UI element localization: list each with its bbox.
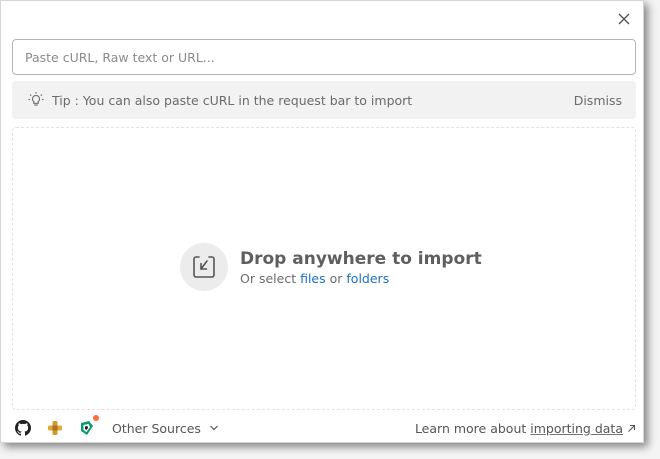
select-files-link[interactable]: files <box>300 271 326 286</box>
close-button[interactable] <box>615 10 633 28</box>
drop-message: Drop anywhere to import Or select files … <box>180 243 482 291</box>
notification-dot <box>93 415 99 421</box>
swagger-grid-icon[interactable] <box>46 419 64 437</box>
drop-sub-prefix: Or select <box>240 270 297 286</box>
paste-input-wrapper <box>12 39 636 75</box>
drop-title: Drop anywhere to import <box>240 248 482 269</box>
jetbrains-icon[interactable] <box>78 415 99 437</box>
other-sources-dropdown[interactable]: Other Sources <box>112 421 219 436</box>
drop-subtitle: Or select files or folders <box>240 271 482 286</box>
import-dialog: Tip : You can also paste cURL in the req… <box>0 0 644 443</box>
chevron-down-icon <box>209 423 219 433</box>
drop-zone[interactable]: Drop anywhere to import Or select files … <box>12 127 636 410</box>
tip-text: Tip : You can also paste cURL in the req… <box>52 92 413 108</box>
drop-text-block: Drop anywhere to import Or select files … <box>240 249 482 286</box>
github-icon[interactable] <box>14 419 32 437</box>
import-arrow-icon <box>180 243 228 291</box>
importing-data-link[interactable]: importing data <box>530 421 623 436</box>
select-folders-link[interactable]: folders <box>346 271 389 286</box>
external-link-icon <box>627 424 636 433</box>
lightbulb-icon <box>27 91 45 109</box>
dismiss-button[interactable]: Dismiss <box>574 93 622 108</box>
drop-or-word: or <box>329 270 343 286</box>
paste-input[interactable] <box>13 49 635 65</box>
learn-prefix: Learn more about <box>414 420 527 436</box>
learn-more: Learn more about importing data <box>415 421 636 436</box>
other-sources-label: Other Sources <box>112 420 201 436</box>
tip-banner: Tip : You can also paste cURL in the req… <box>12 81 636 119</box>
close-icon <box>618 13 630 25</box>
import-footer: Other Sources Learn more about importing… <box>12 415 636 441</box>
